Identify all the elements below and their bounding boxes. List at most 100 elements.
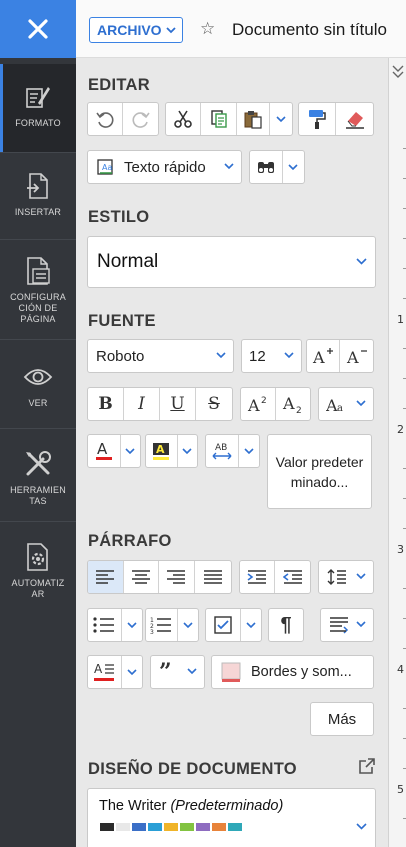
star-icon[interactable]: ☆ bbox=[200, 19, 215, 39]
clear-format-button[interactable] bbox=[336, 103, 373, 135]
increase-indent-button[interactable] bbox=[240, 561, 276, 593]
font-size-dropdown[interactable]: 12 bbox=[241, 339, 302, 373]
justify-button[interactable] bbox=[195, 561, 231, 593]
chevron-down-icon bbox=[127, 668, 137, 675]
borders-shading-label: Bordes y som... bbox=[251, 664, 352, 680]
show-formatting-button[interactable]: ¶ bbox=[269, 609, 303, 641]
svg-text:a: a bbox=[337, 403, 343, 414]
borders-shading-button[interactable]: Bordes y som... bbox=[211, 655, 374, 689]
highlight-dropdown[interactable] bbox=[178, 435, 197, 467]
nav-label-ver: VER bbox=[28, 398, 48, 408]
numbered-list-icon: 123 bbox=[150, 617, 172, 634]
nav-item-automatizar[interactable]: AUTOMATIZ AR bbox=[0, 522, 76, 614]
nav-label-herramientas: HERRAMIEN TAS bbox=[10, 485, 66, 506]
paste-icon bbox=[244, 111, 262, 129]
list-style-button[interactable]: A bbox=[88, 656, 122, 688]
cut-button[interactable] bbox=[166, 103, 202, 135]
format-painter-button[interactable] bbox=[299, 103, 337, 135]
align-right-button[interactable] bbox=[159, 561, 195, 593]
redo-button[interactable] bbox=[123, 103, 158, 135]
quote-style-dropdown[interactable]: ” bbox=[150, 655, 205, 689]
decrease-indent-button[interactable] bbox=[275, 561, 310, 593]
align-left-button[interactable] bbox=[88, 561, 124, 593]
nav-item-configuracion[interactable]: CONFIGURA CIÓN DE PÁGINA bbox=[0, 240, 76, 339]
bullet-list-button[interactable] bbox=[88, 609, 122, 641]
nav-item-ver[interactable]: VER bbox=[0, 340, 76, 428]
align-center-button[interactable] bbox=[124, 561, 159, 593]
font-color-dropdown[interactable] bbox=[121, 435, 140, 467]
copy-button[interactable] bbox=[201, 103, 237, 135]
default-font-button[interactable]: Valor predeterminado... bbox=[267, 434, 372, 509]
paragraph-style-dropdown[interactable]: Normal bbox=[87, 236, 376, 288]
paste-options-dropdown[interactable] bbox=[270, 103, 292, 135]
nav-item-insertar[interactable]: INSERTAR bbox=[0, 153, 76, 239]
redo-icon bbox=[132, 112, 150, 128]
chevron-down-icon bbox=[246, 621, 256, 628]
indent-group bbox=[239, 560, 311, 594]
line-spacing-dropdown[interactable] bbox=[318, 560, 374, 594]
chevron-down-icon bbox=[125, 447, 135, 454]
chevron-down-icon bbox=[356, 573, 366, 580]
close-button[interactable] bbox=[0, 0, 76, 58]
italic-button[interactable]: I bbox=[124, 388, 160, 420]
checklist-dropdown[interactable] bbox=[241, 609, 261, 641]
svg-text:A: A bbox=[247, 396, 260, 414]
find-options-dropdown[interactable] bbox=[283, 151, 304, 183]
subscript-button[interactable]: A2 bbox=[276, 388, 310, 420]
section-title-diseno: DISEÑO DE DOCUMENTO bbox=[88, 760, 297, 778]
undo-button[interactable] bbox=[88, 103, 124, 135]
list-style-icon: A bbox=[94, 662, 115, 681]
highlight-icon: A bbox=[153, 443, 170, 460]
checklist-button[interactable] bbox=[206, 609, 241, 641]
undo-icon bbox=[96, 112, 114, 128]
bold-button[interactable]: B bbox=[88, 388, 124, 420]
text-case-dropdown[interactable]: Aa bbox=[318, 387, 374, 421]
align-right-icon bbox=[167, 570, 186, 584]
character-spacing-icon: AB bbox=[212, 443, 232, 460]
strikethrough-button[interactable]: S bbox=[196, 388, 232, 420]
italic-icon: I bbox=[138, 394, 145, 414]
nav-item-formato[interactable]: FORMATO bbox=[0, 64, 76, 152]
palette-swatch bbox=[164, 823, 178, 831]
chevron-down-icon bbox=[284, 352, 294, 359]
superscript-button[interactable]: A2 bbox=[241, 388, 276, 420]
bullet-list-dropdown[interactable] bbox=[122, 609, 142, 641]
paragraph-spacing-dropdown[interactable] bbox=[320, 608, 374, 642]
svg-text:A: A bbox=[282, 394, 295, 413]
more-button[interactable]: Más bbox=[310, 702, 374, 736]
chevron-down-icon bbox=[356, 823, 367, 830]
character-spacing-button[interactable]: AB bbox=[206, 435, 239, 467]
find-replace-button[interactable] bbox=[250, 151, 283, 183]
document-title[interactable]: Documento sin título bbox=[232, 20, 387, 40]
paragraph-spacing-icon bbox=[330, 617, 349, 634]
chevron-down-icon bbox=[356, 400, 366, 407]
font-family-dropdown[interactable]: Roboto bbox=[87, 339, 234, 373]
highlight-button[interactable]: A bbox=[146, 435, 178, 467]
align-left-icon bbox=[96, 570, 115, 584]
increase-font-button[interactable]: A bbox=[307, 340, 341, 372]
section-title-estilo: ESTILO bbox=[88, 208, 150, 226]
underline-button[interactable]: U bbox=[160, 388, 196, 420]
paste-button[interactable] bbox=[237, 103, 271, 135]
external-link-icon[interactable] bbox=[358, 757, 376, 780]
numbered-list-button[interactable]: 123 bbox=[146, 609, 178, 641]
default-font-label: Valor predeterminado... bbox=[275, 453, 364, 490]
nav-label-automatizar: AUTOMATIZ AR bbox=[11, 578, 65, 599]
document-theme-dropdown[interactable]: The Writer (Predeterminado) bbox=[87, 788, 376, 847]
font-color-button[interactable]: A bbox=[88, 435, 121, 467]
font-family-value: Roboto bbox=[96, 347, 145, 365]
character-spacing-dropdown[interactable] bbox=[239, 435, 259, 467]
svg-text:A: A bbox=[156, 443, 165, 456]
list-style-dropdown[interactable] bbox=[122, 656, 142, 688]
numbered-list-dropdown[interactable] bbox=[178, 609, 198, 641]
svg-text:A: A bbox=[312, 348, 325, 366]
find-group bbox=[249, 150, 305, 184]
chevron-down-icon bbox=[244, 447, 254, 454]
chevron-down-icon bbox=[356, 258, 367, 265]
nav-item-herramientas[interactable]: HERRAMIEN TAS bbox=[0, 429, 76, 521]
decrease-font-button[interactable]: A bbox=[340, 340, 373, 372]
ruler-number: 1 bbox=[397, 313, 404, 326]
archivo-menu-button[interactable]: ARCHIVO bbox=[89, 17, 183, 43]
quick-text-dropdown[interactable]: Aa Texto rápido bbox=[87, 150, 242, 184]
format-panel: EDITAR Aa Texto rápido ESTILO Normal FUE… bbox=[76, 58, 388, 847]
